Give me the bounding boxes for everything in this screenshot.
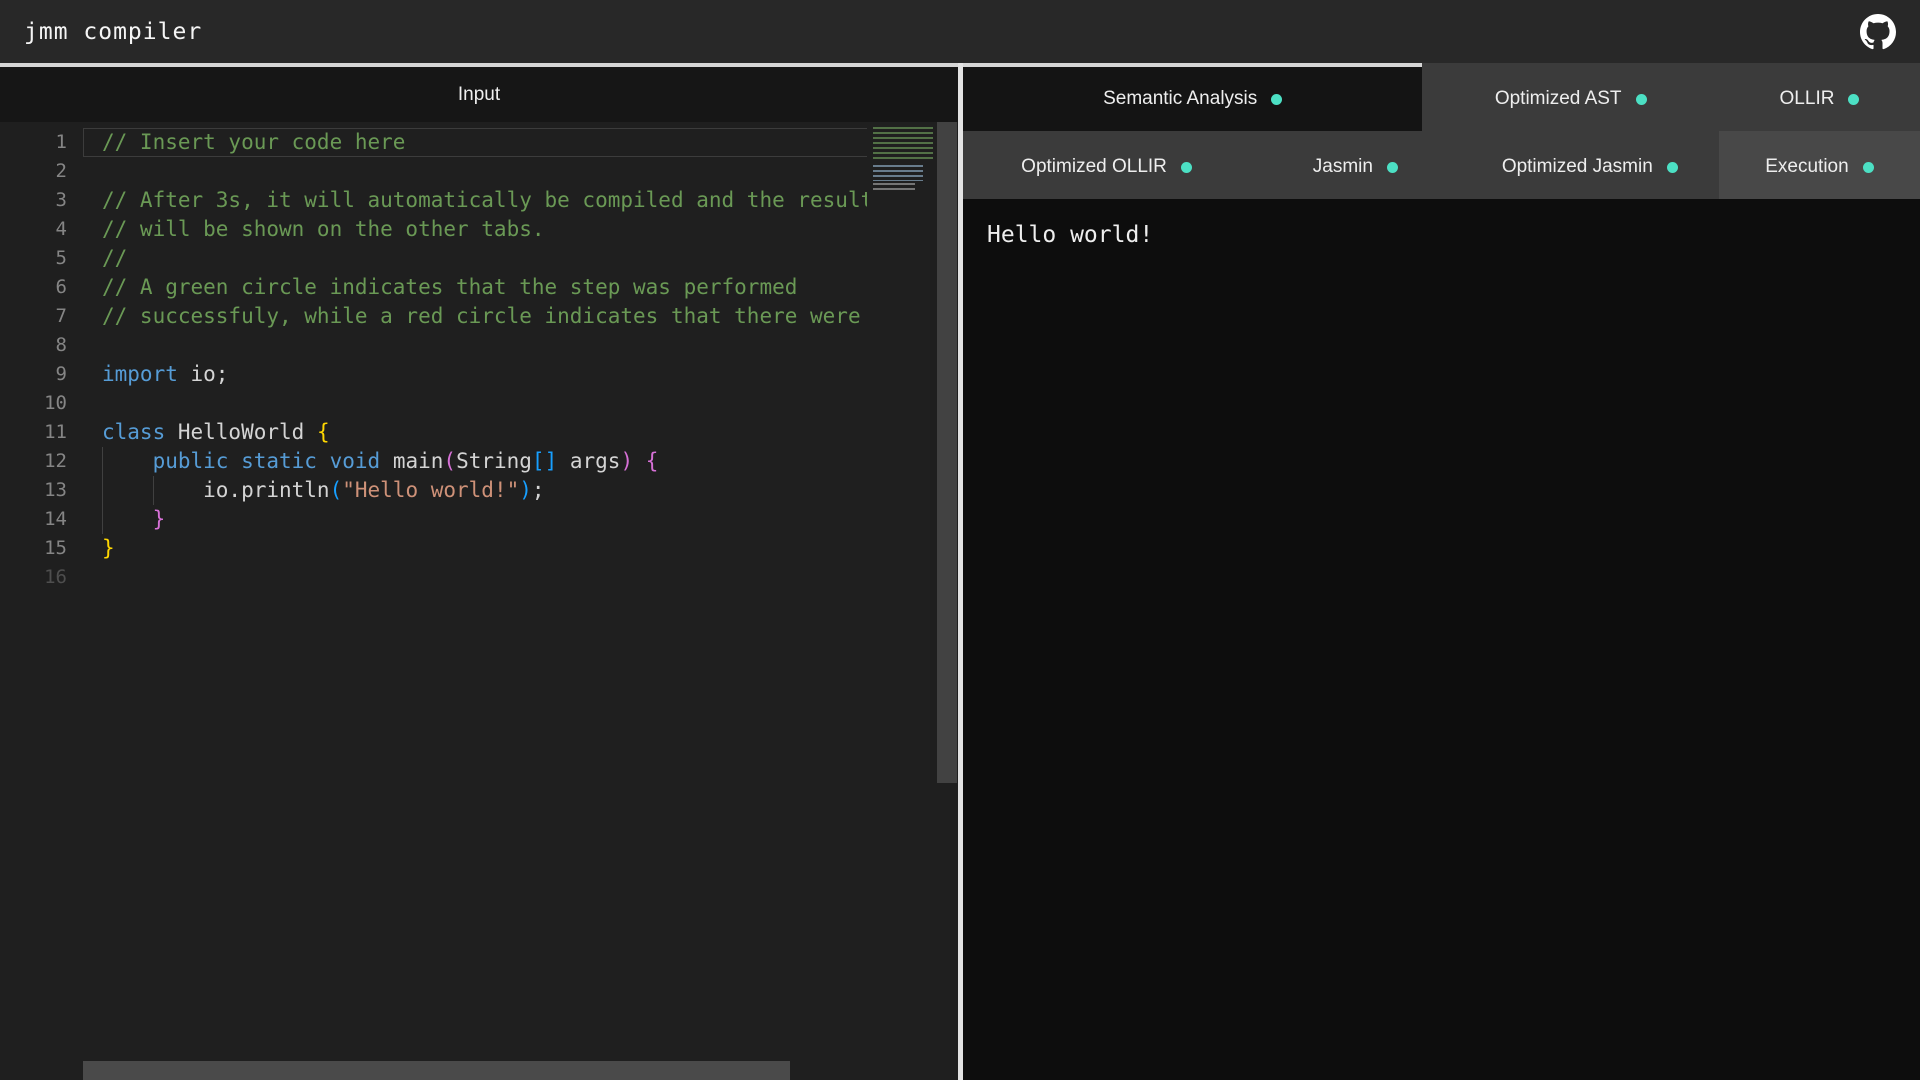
minimap-code-stripes-2	[873, 183, 915, 191]
editor-line[interactable]: 2	[0, 157, 958, 186]
code-text: // A green circle indicates that the ste…	[102, 273, 797, 302]
code-editor[interactable]: 1 // Insert your code here 23 // After 3s, …	[0, 122, 958, 1080]
line-number: 7	[0, 302, 67, 331]
tab-semantic-analysis[interactable]: Semantic Analysis	[963, 63, 1422, 131]
code-text: import io;	[102, 360, 228, 389]
line-number: 14	[0, 505, 67, 534]
editor-line[interactable]: 3 // After 3s, it will automatically be c…	[0, 186, 958, 215]
editor-line[interactable]: 12 public static void main(String[] args…	[0, 447, 958, 476]
tab-execution[interactable]: Execution	[1719, 131, 1920, 199]
line-number: 11	[0, 418, 67, 447]
horizontal-scrollbar-thumb[interactable]	[83, 1061, 790, 1080]
input-panel: Input 1 // Insert your code here 23 // Afte…	[0, 63, 958, 1080]
execution-output-text: Hello world!	[987, 222, 1920, 248]
tab-ollir[interactable]: OLLIR	[1719, 63, 1920, 131]
status-dot-icon	[1271, 94, 1282, 105]
editor-line[interactable]: 9 import io;	[0, 360, 958, 389]
code-text: class HelloWorld {	[102, 418, 330, 447]
code-text: }	[102, 534, 115, 563]
editor-line[interactable]: 4 // will be shown on the other tabs.	[0, 215, 958, 244]
code-text: // Insert your code here	[102, 128, 405, 157]
vertical-scrollbar-thumb[interactable]	[937, 122, 957, 783]
editor-line[interactable]: 7 // successfuly, while a red circle indi…	[0, 302, 958, 331]
code-text: //	[102, 244, 127, 273]
editor-line[interactable]: 11 class HelloWorld {	[0, 418, 958, 447]
tab-input-label: Input	[458, 84, 500, 106]
code-text: // After 3s, it will automatically be co…	[102, 186, 873, 215]
tab-optimized-jasmin[interactable]: Optimized Jasmin	[1461, 131, 1719, 199]
editor-line[interactable]: 13 io.println("Hello world!");	[0, 476, 958, 505]
execution-output-area: Hello world!	[963, 199, 1920, 1080]
editor-line[interactable]: 8	[0, 331, 958, 360]
line-number: 6	[0, 273, 67, 302]
tab-label: OLLIR	[1780, 88, 1835, 110]
line-number: 2	[0, 157, 67, 186]
line-number: 9	[0, 360, 67, 389]
tab-label: Optimized AST	[1495, 88, 1622, 110]
tab-optimized-ast[interactable]: Optimized AST	[1422, 63, 1719, 131]
status-dot-icon	[1667, 162, 1678, 173]
code-text: // successfuly, while a red circle indic…	[102, 302, 861, 331]
code-text: }	[102, 505, 165, 534]
app-bar: jmm compiler	[0, 0, 1920, 63]
github-icon[interactable]	[1860, 14, 1896, 50]
editor-line[interactable]: 15}	[0, 534, 958, 563]
tab-optimized-ollir[interactable]: Optimized OLLIR	[963, 131, 1250, 199]
code-text: // will be shown on the other tabs.	[102, 215, 545, 244]
minimap[interactable]	[867, 122, 937, 1080]
app-title: jmm compiler	[24, 19, 202, 45]
result-panel: Semantic Analysis Optimized AST OLLIR Opti…	[963, 63, 1920, 1080]
tab-label: Execution	[1765, 156, 1848, 178]
editor-line[interactable]: 10	[0, 389, 958, 418]
line-number: 12	[0, 447, 67, 476]
status-dot-icon	[1848, 94, 1859, 105]
editor-line[interactable]: 5 //	[0, 244, 958, 273]
tab-label: Optimized Jasmin	[1502, 156, 1653, 178]
status-dot-icon	[1387, 162, 1398, 173]
status-dot-icon	[1636, 94, 1647, 105]
tab-row-1: Semantic Analysis Optimized AST OLLIR	[963, 63, 1920, 131]
main-split: Input 1 // Insert your code here 23 // Afte…	[0, 63, 1920, 1080]
status-dot-icon	[1863, 162, 1874, 173]
editor-line[interactable]: 1 // Insert your code here	[0, 128, 958, 157]
line-number: 10	[0, 389, 67, 418]
line-number: 3	[0, 186, 67, 215]
tab-label: Jasmin	[1313, 156, 1373, 178]
editor-line[interactable]: 14 }	[0, 505, 958, 534]
editor-line[interactable]: 6 // A green circle indicates that the st…	[0, 273, 958, 302]
line-number: 13	[0, 476, 67, 505]
tab-jasmin[interactable]: Jasmin	[1250, 131, 1461, 199]
line-number: 1	[0, 128, 67, 157]
editor-lines: 1 // Insert your code here 23 // After 3s, …	[0, 122, 958, 592]
minimap-comment-stripes	[873, 127, 933, 159]
tab-label: Optimized OLLIR	[1021, 156, 1167, 178]
code-text: io.println("Hello world!");	[102, 476, 545, 505]
status-dot-icon	[1181, 162, 1192, 173]
line-number: 4	[0, 215, 67, 244]
tab-input[interactable]: Input	[0, 63, 958, 122]
tab-row-2: Optimized OLLIR Jasmin Optimized Jasmin Exe…	[963, 131, 1920, 199]
line-number: 16	[0, 563, 67, 592]
minimap-code-stripes	[873, 165, 923, 181]
line-number: 15	[0, 534, 67, 563]
code-text: public static void main(String[] args) {	[102, 447, 658, 476]
editor-line[interactable]: 16	[0, 563, 958, 592]
line-number: 5	[0, 244, 67, 273]
tab-label: Semantic Analysis	[1103, 88, 1257, 110]
line-number: 8	[0, 331, 67, 360]
